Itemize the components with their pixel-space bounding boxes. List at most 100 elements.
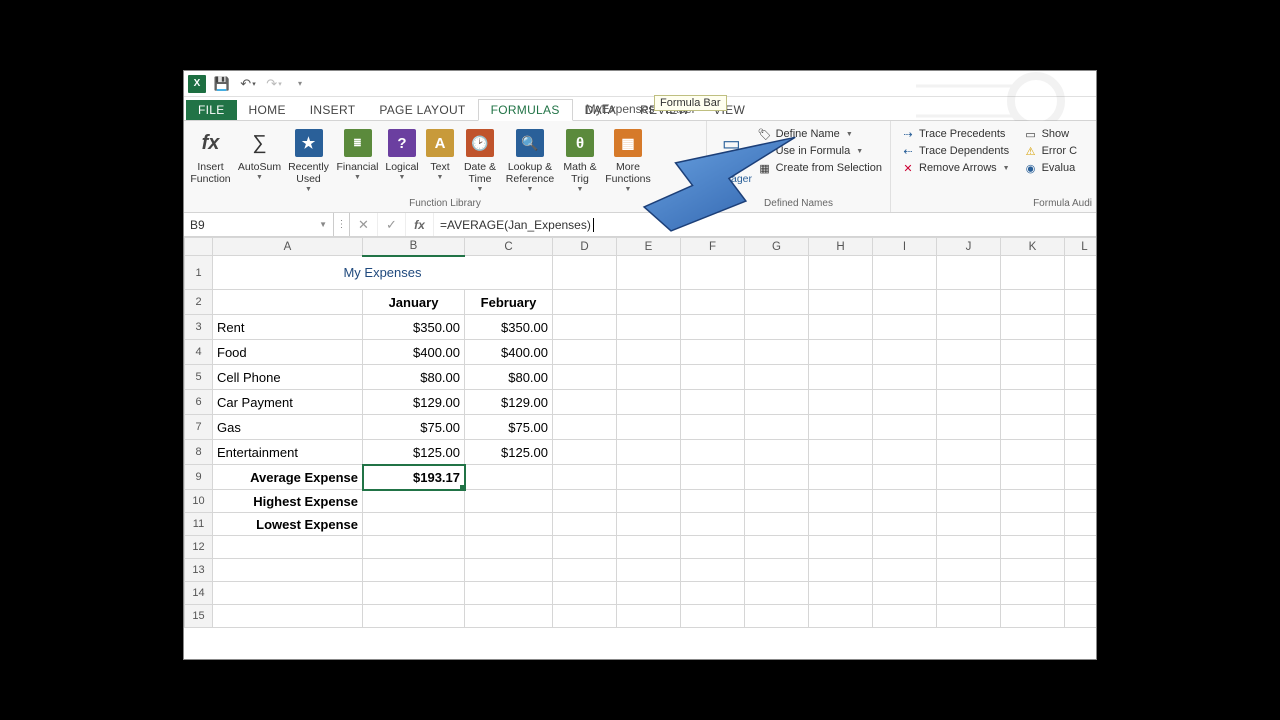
- cell[interactable]: [809, 340, 873, 365]
- cell[interactable]: [937, 415, 1001, 440]
- cell[interactable]: [809, 440, 873, 465]
- cell[interactable]: [745, 605, 809, 628]
- cell[interactable]: [1001, 605, 1065, 628]
- cell[interactable]: [465, 536, 553, 559]
- col-header[interactable]: B: [363, 238, 465, 256]
- cell[interactable]: [745, 559, 809, 582]
- cell[interactable]: [809, 256, 873, 290]
- lookup-reference-button[interactable]: 🔍 Lookup & Reference ▼: [502, 125, 558, 193]
- cell[interactable]: [553, 582, 617, 605]
- undo-icon[interactable]: ↶▾: [238, 74, 258, 94]
- cell[interactable]: [363, 490, 465, 513]
- cell[interactable]: [1001, 340, 1065, 365]
- show-formulas-button[interactable]: ▭Show: [1024, 127, 1077, 141]
- cell[interactable]: [681, 605, 745, 628]
- cell[interactable]: [745, 315, 809, 340]
- row-header[interactable]: 5: [185, 365, 213, 390]
- cell[interactable]: [617, 256, 681, 290]
- table-row[interactable]: 10Highest Expense: [185, 490, 1097, 513]
- financial-button[interactable]: ≣ Financial ▼: [333, 125, 382, 181]
- evaluate-formula-button[interactable]: ◉Evalua: [1024, 161, 1077, 175]
- cell[interactable]: [745, 465, 809, 490]
- cell[interactable]: [1065, 465, 1097, 490]
- cell[interactable]: [745, 536, 809, 559]
- cell[interactable]: [465, 490, 553, 513]
- cell[interactable]: [1001, 490, 1065, 513]
- cell[interactable]: [1001, 536, 1065, 559]
- cell[interactable]: [681, 340, 745, 365]
- cell[interactable]: [873, 582, 937, 605]
- table-row[interactable]: 1My Expenses: [185, 256, 1097, 290]
- cell[interactable]: [873, 536, 937, 559]
- cell[interactable]: [745, 290, 809, 315]
- cell[interactable]: [1065, 440, 1097, 465]
- cell[interactable]: [937, 340, 1001, 365]
- cell[interactable]: [465, 513, 553, 536]
- table-row[interactable]: 8Entertainment$125.00$125.00: [185, 440, 1097, 465]
- column-header-row[interactable]: A B C D E F G H I J K L: [185, 238, 1097, 256]
- cell[interactable]: Highest Expense: [213, 490, 363, 513]
- cell[interactable]: [937, 605, 1001, 628]
- cell[interactable]: $350.00: [465, 315, 553, 340]
- cell[interactable]: Gas: [213, 415, 363, 440]
- error-checking-button[interactable]: ⚠Error C: [1024, 144, 1077, 158]
- row-header[interactable]: 7: [185, 415, 213, 440]
- table-row[interactable]: 6Car Payment$129.00$129.00: [185, 390, 1097, 415]
- cell[interactable]: [809, 490, 873, 513]
- cell[interactable]: [1065, 536, 1097, 559]
- cell[interactable]: [745, 365, 809, 390]
- cell[interactable]: [873, 605, 937, 628]
- cell[interactable]: [1001, 582, 1065, 605]
- cell[interactable]: $350.00: [363, 315, 465, 340]
- cell[interactable]: Car Payment: [213, 390, 363, 415]
- cell[interactable]: [553, 559, 617, 582]
- table-row[interactable]: 7Gas$75.00$75.00: [185, 415, 1097, 440]
- cell[interactable]: [745, 582, 809, 605]
- cell[interactable]: [873, 440, 937, 465]
- table-row[interactable]: 13: [185, 559, 1097, 582]
- cell[interactable]: [1065, 390, 1097, 415]
- row-header[interactable]: 15: [185, 605, 213, 628]
- cell[interactable]: [553, 390, 617, 415]
- cell[interactable]: [617, 390, 681, 415]
- autosum-button[interactable]: ∑ AutoSum ▼: [235, 125, 284, 181]
- cell[interactable]: [937, 536, 1001, 559]
- cell[interactable]: [809, 390, 873, 415]
- cell[interactable]: [873, 365, 937, 390]
- cell[interactable]: [553, 536, 617, 559]
- table-row[interactable]: 15: [185, 605, 1097, 628]
- cell[interactable]: [553, 415, 617, 440]
- formula-bar-input[interactable]: =AVERAGE(Jan_Expenses): [434, 213, 1096, 236]
- cell[interactable]: [809, 365, 873, 390]
- cell[interactable]: [1001, 465, 1065, 490]
- cell[interactable]: [617, 513, 681, 536]
- cell[interactable]: [937, 365, 1001, 390]
- cell[interactable]: [1065, 340, 1097, 365]
- cell[interactable]: [873, 315, 937, 340]
- cell[interactable]: Average Expense: [213, 465, 363, 490]
- cell[interactable]: [617, 465, 681, 490]
- row-header[interactable]: 10: [185, 490, 213, 513]
- redo-icon[interactable]: ↷▾: [264, 74, 284, 94]
- cell[interactable]: [213, 582, 363, 605]
- cell[interactable]: January: [363, 290, 465, 315]
- cell[interactable]: [1001, 365, 1065, 390]
- cell[interactable]: [617, 365, 681, 390]
- cell[interactable]: [1001, 315, 1065, 340]
- cell[interactable]: $129.00: [363, 390, 465, 415]
- cell[interactable]: [937, 315, 1001, 340]
- math-trig-button[interactable]: θ Math & Trig ▼: [558, 125, 602, 193]
- table-row[interactable]: 14: [185, 582, 1097, 605]
- cell[interactable]: Rent: [213, 315, 363, 340]
- cell[interactable]: [553, 256, 617, 290]
- tab-page-layout[interactable]: PAGE LAYOUT: [367, 100, 477, 120]
- cell[interactable]: [745, 256, 809, 290]
- table-row[interactable]: 2JanuaryFebruary: [185, 290, 1097, 315]
- namebox-expand-icon[interactable]: ⋮: [334, 213, 350, 236]
- create-from-selection-button[interactable]: ▦Create from Selection: [758, 161, 882, 175]
- fx-icon[interactable]: fx: [406, 213, 434, 236]
- cell[interactable]: [681, 465, 745, 490]
- use-in-formula-button[interactable]: fxUse in Formula▼: [758, 144, 882, 158]
- cell[interactable]: [1065, 415, 1097, 440]
- cell[interactable]: [617, 340, 681, 365]
